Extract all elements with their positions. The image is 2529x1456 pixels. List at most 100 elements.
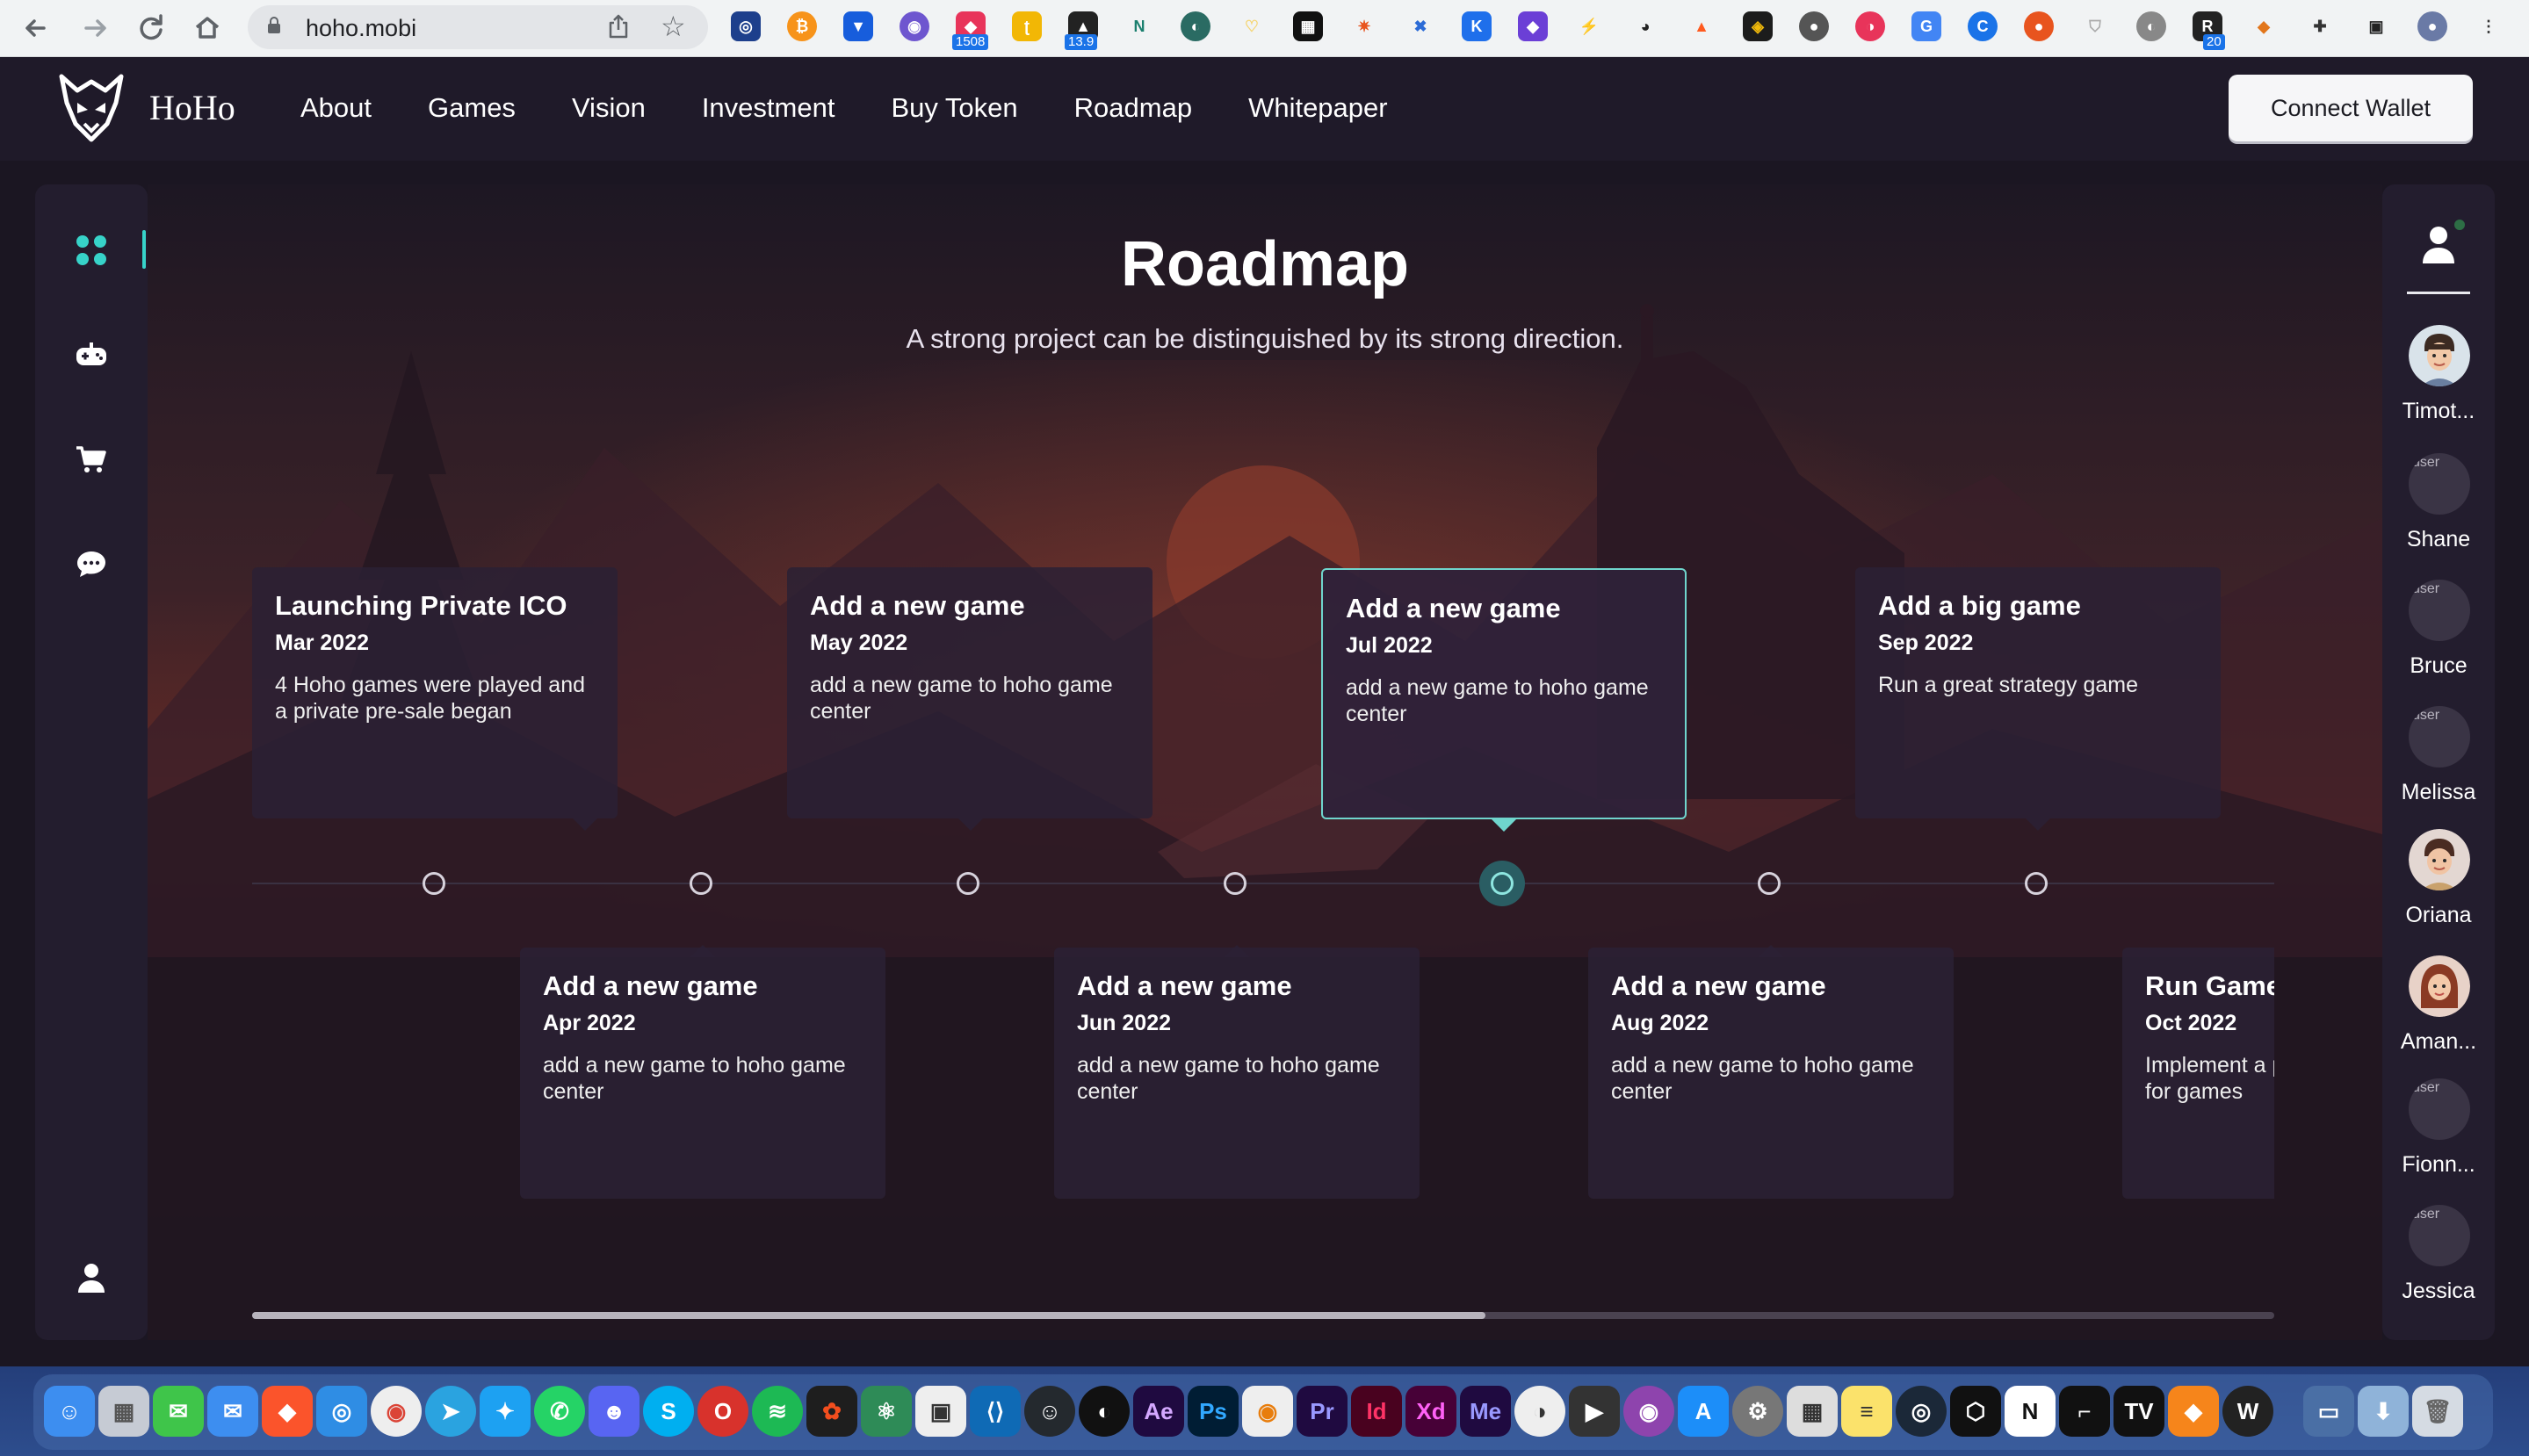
scrollbar-thumb[interactable] <box>252 1312 1486 1319</box>
roadmap-card[interactable]: Run Game Oct 2022 Implement a p for games <box>2122 948 2274 1199</box>
user-icon[interactable] <box>2419 223 2458 265</box>
nav-whitepaper[interactable]: Whitepaper <box>1248 92 1388 124</box>
downloads-folder-icon[interactable]: ⬇ <box>2358 1386 2409 1437</box>
extension-icon[interactable]: ◐ <box>2136 11 2166 41</box>
hoho-logo[interactable] <box>58 73 125 143</box>
opera-icon[interactable]: O <box>697 1386 748 1437</box>
skype-icon[interactable]: S <box>643 1386 694 1437</box>
roadmap-card[interactable]: Add a new game May 2022 add a new game t… <box>787 567 1153 818</box>
timeline-dot[interactable] <box>1758 872 1781 895</box>
timeline-dot[interactable] <box>957 872 979 895</box>
reload-icon[interactable] <box>132 9 170 47</box>
extension-icon[interactable]: ✷ <box>1349 11 1379 41</box>
app-icon[interactable]: W <box>2222 1386 2273 1437</box>
extension-icon[interactable]: ♡ <box>1237 11 1267 41</box>
vscode-icon[interactable]: ⟨⟩ <box>970 1386 1021 1437</box>
app-icon[interactable]: ◐ <box>1079 1386 1130 1437</box>
extension-icon[interactable]: ✖ <box>1405 11 1435 41</box>
metamask-icon[interactable]: ◆ <box>2249 11 2279 41</box>
profile-avatar-icon[interactable]: ● <box>2417 11 2447 41</box>
connect-wallet-button[interactable]: Connect Wallet <box>2229 75 2473 141</box>
app-icon[interactable]: ▶ <box>1569 1386 1620 1437</box>
safari-icon[interactable]: ◎ <box>316 1386 367 1437</box>
app-icon[interactable]: ⌐ <box>2059 1386 2110 1437</box>
nav-investment[interactable]: Investment <box>702 92 835 124</box>
extension-icon[interactable]: ● <box>2024 11 2054 41</box>
extension-icon[interactable]: ◈ <box>1743 11 1773 41</box>
extension-icon[interactable]: ▲ <box>1687 11 1716 41</box>
more-menu-icon[interactable]: ⋮ <box>2474 11 2504 41</box>
premiere-icon[interactable]: Pr <box>1297 1386 1348 1437</box>
brand-name[interactable]: HoHo <box>149 87 235 128</box>
discord-icon[interactable]: ☻ <box>589 1386 639 1437</box>
cart-icon[interactable] <box>71 439 112 479</box>
chrome-icon[interactable]: ◉ <box>371 1386 422 1437</box>
telegram-icon[interactable]: ➤ <box>425 1386 476 1437</box>
roadmap-card[interactable]: Add a new game Jun 2022 add a new game t… <box>1054 948 1420 1199</box>
extension-icon[interactable]: ₿ <box>787 11 817 41</box>
nav-games[interactable]: Games <box>428 92 516 124</box>
extension-icon[interactable]: ◎ <box>731 11 761 41</box>
extension-icon[interactable]: N <box>1124 11 1154 41</box>
steam-icon[interactable]: ◎ <box>1896 1386 1947 1437</box>
app-store-icon[interactable]: A <box>1678 1386 1729 1437</box>
after-effects-icon[interactable]: Ae <box>1133 1386 1184 1437</box>
bookmark-star-icon[interactable]: ☆ <box>661 10 686 43</box>
extension-icon[interactable]: K <box>1462 11 1492 41</box>
roadmap-card[interactable]: Launching Private ICO Mar 2022 4 Hoho ga… <box>252 567 618 818</box>
share-icon[interactable] <box>606 13 631 46</box>
nav-about[interactable]: About <box>300 92 372 124</box>
profile-icon[interactable] <box>71 1258 112 1298</box>
extension-icon[interactable]: G <box>1911 11 1941 41</box>
trash-icon[interactable]: 🗑 <box>2412 1386 2463 1437</box>
app-icon[interactable]: ⬡ <box>1950 1386 2001 1437</box>
xd-icon[interactable]: Xd <box>1405 1386 1456 1437</box>
extension-icon[interactable]: ◐ <box>1181 11 1210 41</box>
notion-icon[interactable]: N <box>2005 1386 2056 1437</box>
extension-icon[interactable]: ● <box>1799 11 1829 41</box>
figma-icon[interactable]: ✿ <box>806 1386 857 1437</box>
extension-icon[interactable]: ʈ <box>1012 11 1042 41</box>
roadmap-card-active[interactable]: Add a new game Jul 2022 add a new game t… <box>1321 568 1687 819</box>
indesign-icon[interactable]: Id <box>1351 1386 1402 1437</box>
notes-icon[interactable]: ≡ <box>1841 1386 1892 1437</box>
chat-icon[interactable] <box>71 544 112 585</box>
dashboard-icon[interactable] <box>71 230 112 270</box>
launchpad-icon[interactable]: ▦ <box>98 1386 149 1437</box>
nav-buy-token[interactable]: Buy Token <box>891 92 1017 124</box>
mail-icon[interactable]: ✉ <box>207 1386 258 1437</box>
nav-vision[interactable]: Vision <box>572 92 646 124</box>
tradingview-icon[interactable]: TV <box>2114 1386 2164 1437</box>
extension-icon[interactable]: ◕ <box>1630 11 1660 41</box>
extension-icon[interactable]: ◑ <box>1855 11 1885 41</box>
screenshot-folder-icon[interactable]: ▭ <box>2303 1386 2354 1437</box>
github-icon[interactable]: ☺ <box>1024 1386 1075 1437</box>
extension-icon[interactable]: ⚡ <box>1574 11 1604 41</box>
puzzle-icon[interactable]: ✚ <box>2305 11 2335 41</box>
app-icon[interactable]: ◑ <box>1514 1386 1565 1437</box>
spotify-icon[interactable]: ≋ <box>752 1386 803 1437</box>
app-icon[interactable]: ▣ <box>915 1386 966 1437</box>
timeline-dot[interactable] <box>690 872 712 895</box>
brave-icon[interactable]: ◆ <box>262 1386 313 1437</box>
calculator-icon[interactable]: ▦ <box>1787 1386 1838 1437</box>
roadmap-card[interactable]: Add a new game Aug 2022 add a new game t… <box>1588 948 1954 1199</box>
twitter-icon[interactable]: ✦ <box>480 1386 531 1437</box>
gamepad-icon[interactable] <box>71 335 112 376</box>
forward-icon[interactable] <box>76 9 114 47</box>
messages-icon[interactable]: ✉ <box>153 1386 204 1437</box>
extension-icon[interactable]: ◆ <box>1518 11 1548 41</box>
timeline-dot[interactable] <box>1224 872 1246 895</box>
metamask-icon[interactable]: ◆ <box>2168 1386 2219 1437</box>
home-icon[interactable] <box>188 9 227 47</box>
timeline-dot-active[interactable] <box>1479 861 1525 906</box>
blender-icon[interactable]: ◉ <box>1242 1386 1293 1437</box>
timeline-dot[interactable] <box>423 872 445 895</box>
timeline-scrollbar[interactable] <box>252 1312 2274 1319</box>
whatsapp-icon[interactable]: ✆ <box>534 1386 585 1437</box>
system-preferences-icon[interactable]: ⚙ <box>1732 1386 1783 1437</box>
finder-icon[interactable]: ☺ <box>44 1386 95 1437</box>
podcasts-icon[interactable]: ◉ <box>1623 1386 1674 1437</box>
nav-roadmap[interactable]: Roadmap <box>1074 92 1192 124</box>
timeline-dot[interactable] <box>2025 872 2048 895</box>
